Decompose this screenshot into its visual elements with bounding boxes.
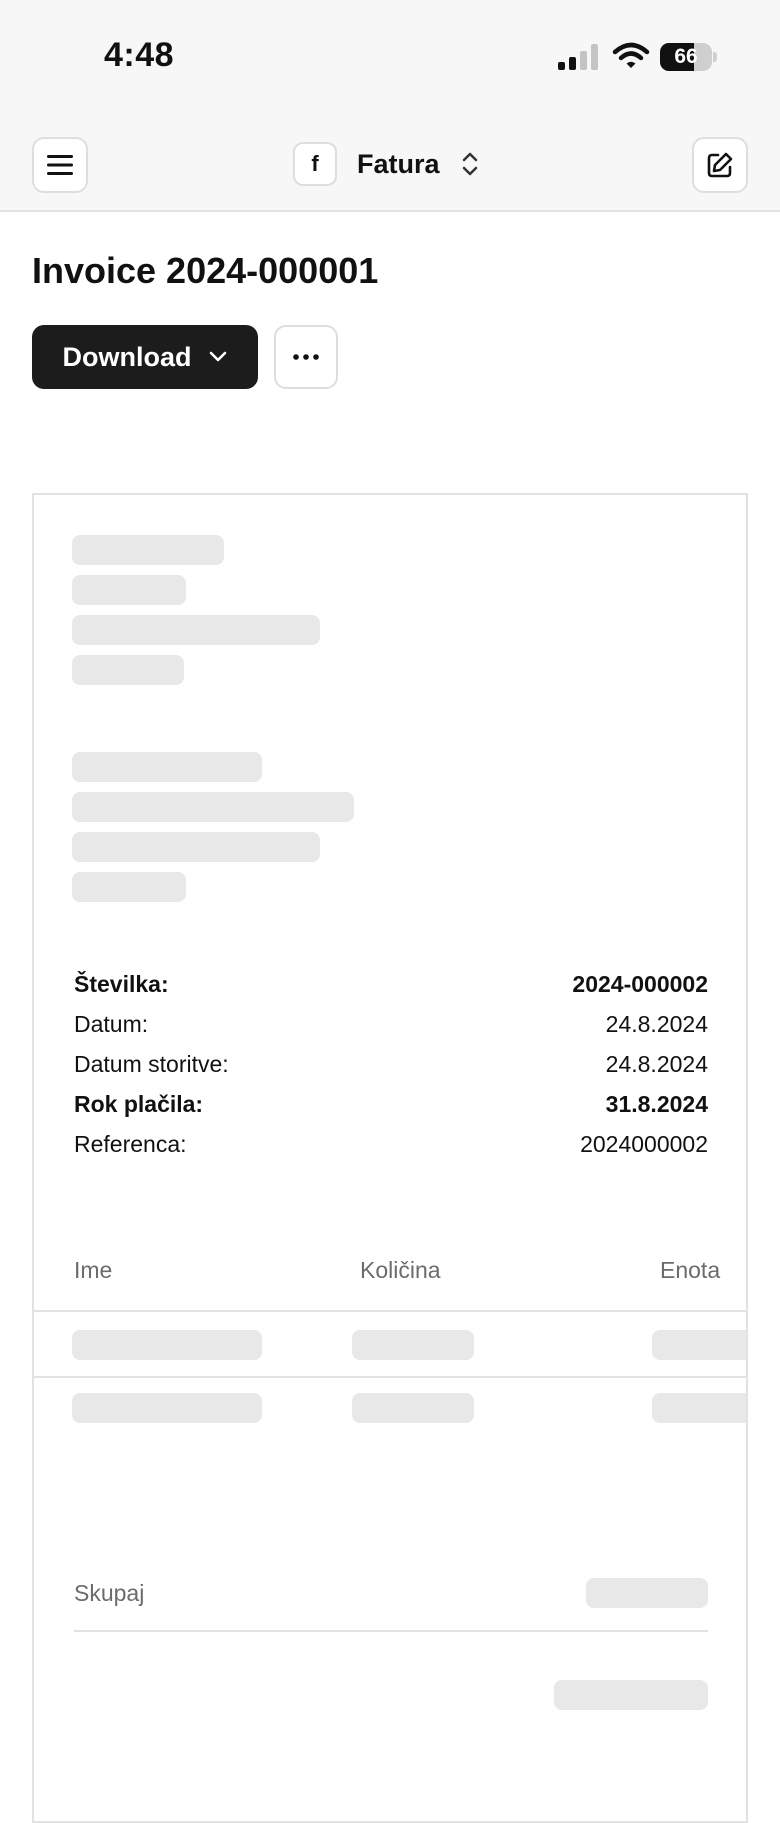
meta-value: 31.8.2024 xyxy=(605,1090,708,1117)
total-divider xyxy=(74,1630,708,1632)
skeleton-placeholder xyxy=(72,535,224,565)
skeleton-placeholder xyxy=(72,615,320,645)
chevron-up-down-icon xyxy=(462,152,477,176)
skeleton-placeholder xyxy=(72,1393,262,1423)
skeleton-placeholder xyxy=(72,752,262,782)
table-divider xyxy=(34,1376,746,1378)
skeleton-placeholder xyxy=(586,1578,708,1608)
meta-row-service-date: Datum storitve: 24.8.2024 xyxy=(74,1044,708,1084)
meta-label: Referenca: xyxy=(74,1130,187,1157)
edit-icon xyxy=(707,152,733,178)
more-options-button[interactable] xyxy=(274,325,338,389)
organization-avatar: f xyxy=(293,142,337,186)
organization-name: Fatura xyxy=(357,148,440,179)
skeleton-placeholder xyxy=(652,1330,746,1360)
meta-row-date: Datum: 24.8.2024 xyxy=(74,1004,708,1044)
skeleton-placeholder xyxy=(352,1330,474,1360)
chevron-down-icon xyxy=(209,351,226,362)
meta-row-reference: Referenca: 2024000002 xyxy=(74,1124,708,1164)
meta-label: Datum storitve: xyxy=(74,1050,229,1077)
skeleton-placeholder xyxy=(72,655,184,685)
column-header-unit: Enota xyxy=(660,1257,721,1283)
more-horizontal-icon xyxy=(293,354,319,360)
meta-value: 24.8.2024 xyxy=(605,1050,708,1077)
menu-button[interactable] xyxy=(32,137,88,193)
battery-percent: 66 xyxy=(674,45,698,68)
top-nav-bar: f Fatura xyxy=(0,115,780,212)
column-header-quantity: Količina xyxy=(360,1257,441,1283)
invoice-preview: Številka: 2024-000002 Datum: 24.8.2024 D… xyxy=(32,493,748,1823)
page-title: Invoice 2024-000001 xyxy=(32,250,379,291)
status-bar: 4:48 66 xyxy=(0,0,780,115)
skeleton-placeholder xyxy=(72,1330,262,1360)
meta-label: Rok plačila: xyxy=(74,1090,204,1117)
edit-button[interactable] xyxy=(692,137,748,193)
skeleton-placeholder xyxy=(352,1393,474,1423)
meta-value: 2024000002 xyxy=(580,1130,708,1157)
download-button-label: Download xyxy=(62,341,192,372)
meta-row-due-date: Rok plačila: 31.8.2024 xyxy=(74,1084,708,1124)
meta-row-number: Številka: 2024-000002 xyxy=(74,964,708,1004)
wifi-icon xyxy=(612,42,650,68)
meta-value: 24.8.2024 xyxy=(605,1010,708,1037)
total-label: Skupaj xyxy=(74,1580,145,1606)
skeleton-placeholder xyxy=(652,1393,746,1423)
skeleton-placeholder xyxy=(72,872,186,902)
status-time: 4:48 xyxy=(104,36,175,74)
skeleton-placeholder xyxy=(72,832,320,862)
battery-icon: 66 xyxy=(660,43,717,71)
download-button[interactable]: Download xyxy=(32,325,258,389)
cellular-signal-icon xyxy=(558,44,598,70)
column-header-name: Ime xyxy=(74,1257,113,1283)
organization-switcher[interactable]: f Fatura xyxy=(293,141,480,187)
meta-label: Številka: xyxy=(74,970,169,997)
skeleton-placeholder xyxy=(72,575,186,605)
skeleton-placeholder xyxy=(72,792,354,822)
hamburger-menu-icon xyxy=(47,155,73,175)
skeleton-placeholder xyxy=(554,1680,708,1710)
meta-value: 2024-000002 xyxy=(572,970,708,997)
meta-label: Datum: xyxy=(74,1010,149,1037)
table-divider xyxy=(34,1310,746,1312)
